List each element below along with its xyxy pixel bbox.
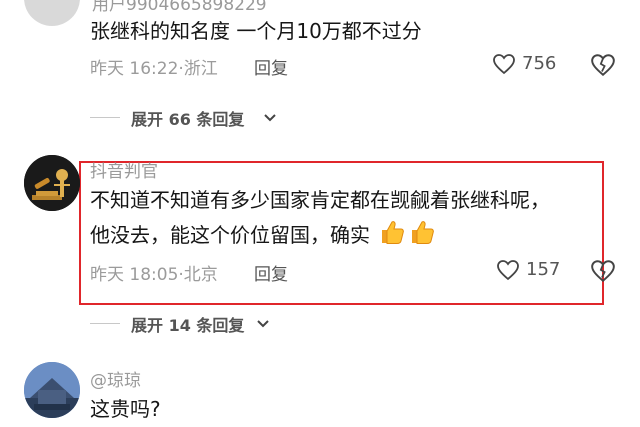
heart-icon (493, 54, 515, 75)
comment-meta: 昨天 18:05·北京 (90, 265, 218, 285)
comment-meta: 昨天 16:22·浙江 (90, 59, 218, 79)
building-photo-icon (24, 362, 80, 418)
comment-text: 这贵吗? (90, 397, 161, 421)
divider-line (90, 117, 120, 118)
like-count: 157 (526, 259, 561, 280)
comment-username[interactable]: 抖音判官 (90, 157, 158, 182)
heart-icon (497, 260, 519, 281)
comment-text-line: 不知道不知道有多少国家肯定都在觊觎着张继科呢， (90, 188, 550, 212)
comment-text-line: 他没去，能这个价位留国，确实 (90, 218, 436, 251)
like-button[interactable]: 756 (492, 50, 572, 78)
chevron-down-icon[interactable] (255, 316, 271, 332)
chevron-down-icon[interactable] (262, 110, 278, 126)
avatar[interactable] (24, 0, 80, 26)
dislike-icon[interactable] (590, 52, 616, 78)
like-button[interactable]: 157 (496, 256, 576, 284)
expand-replies-button[interactable]: 展开 14 条回复 (131, 312, 244, 336)
thumbs-up-icon (382, 221, 405, 244)
reply-button[interactable]: 回复 (254, 54, 288, 79)
comment-text: 他没去，能这个价位留国，确实 (90, 223, 370, 247)
thumbs-up-icon (412, 221, 435, 244)
avatar[interactable] (24, 362, 80, 418)
like-count: 756 (522, 53, 557, 74)
judge-gavel-icon (24, 155, 80, 211)
divider-line (90, 323, 120, 324)
avatar[interactable] (24, 155, 80, 211)
dislike-icon[interactable] (590, 258, 616, 284)
expand-replies-button[interactable]: 展开 66 条回复 (131, 106, 244, 130)
comment-username[interactable]: @琼琼 (90, 366, 141, 391)
comment-text: 张继科的知名度 一个月10万都不过分 (90, 19, 422, 43)
comment-username[interactable]: 用户9904665898229 (92, 0, 267, 15)
reply-button[interactable]: 回复 (254, 260, 288, 285)
